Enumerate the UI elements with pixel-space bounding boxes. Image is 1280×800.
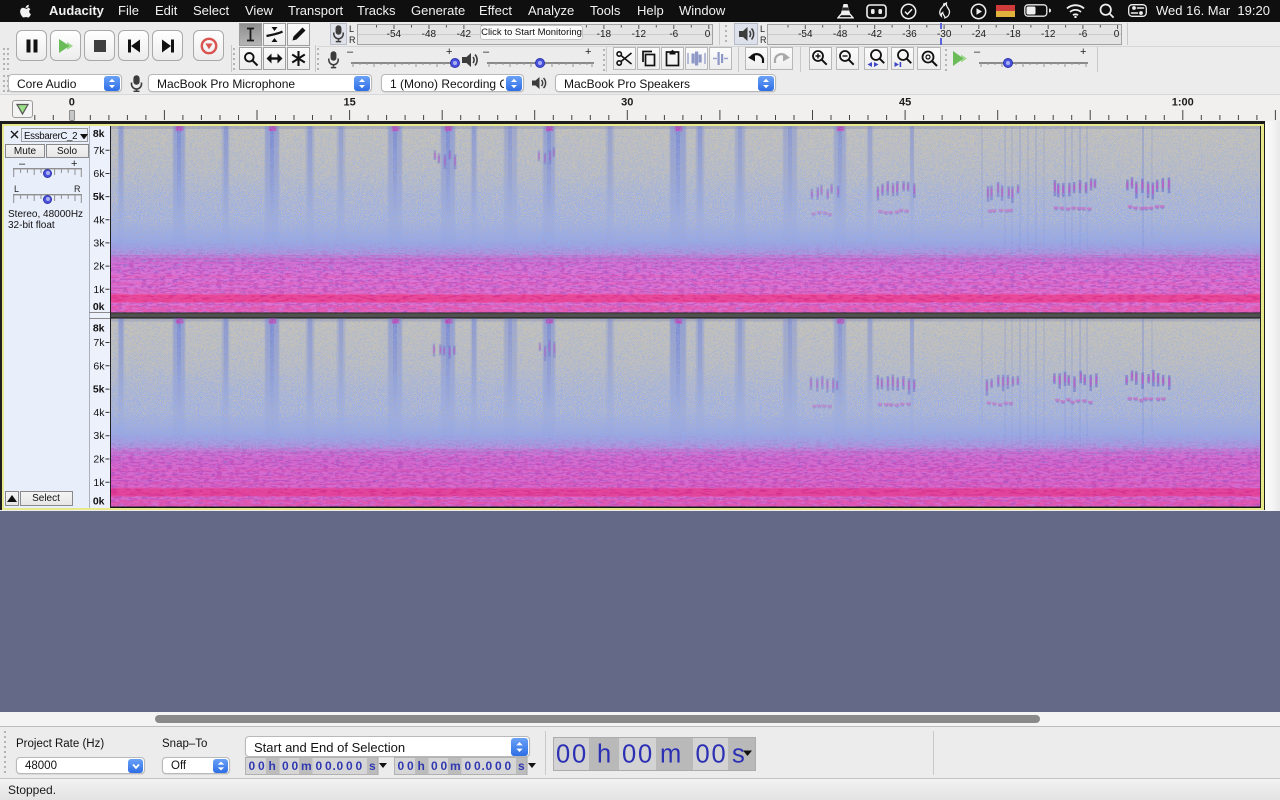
svg-text:s: s: [518, 759, 525, 773]
svg-text:0k: 0k: [93, 301, 105, 313]
svg-text:0: 0: [495, 759, 502, 773]
svg-text:.: .: [333, 759, 336, 773]
svg-text:0: 0: [505, 759, 512, 773]
svg-text:8k: 8k: [93, 323, 105, 335]
svg-text:0: 0: [465, 759, 472, 773]
svg-text:0: 0: [638, 741, 652, 769]
svg-text:m: m: [450, 759, 461, 773]
svg-text:4k: 4k: [93, 407, 105, 419]
svg-text:6k: 6k: [93, 360, 105, 372]
svg-text:3k: 3k: [93, 237, 105, 249]
svg-text:0: 0: [282, 759, 289, 773]
svg-text:s: s: [732, 741, 745, 769]
svg-text:0: 0: [346, 759, 353, 773]
svg-text:0: 0: [474, 759, 481, 773]
svg-text:m: m: [301, 759, 312, 773]
svg-text:0: 0: [556, 741, 570, 769]
svg-text:1:00: 1:00: [1172, 97, 1194, 109]
svg-text:h: h: [597, 741, 611, 769]
svg-text:0: 0: [407, 759, 414, 773]
svg-text:0: 0: [258, 759, 265, 773]
svg-text:0: 0: [316, 759, 323, 773]
svg-text:0: 0: [486, 759, 493, 773]
svg-text:0: 0: [398, 759, 405, 773]
svg-text:1k: 1k: [93, 284, 105, 296]
svg-text:3k: 3k: [93, 430, 105, 442]
svg-text:0: 0: [695, 741, 709, 769]
svg-text:0: 0: [292, 759, 299, 773]
svg-text:0: 0: [441, 759, 448, 773]
svg-text:2k: 2k: [93, 454, 105, 466]
svg-text:45: 45: [899, 97, 911, 109]
svg-text:7k: 7k: [93, 145, 105, 157]
svg-text:h: h: [418, 759, 425, 773]
svg-text:30: 30: [621, 97, 633, 109]
svg-text:0: 0: [572, 741, 586, 769]
svg-text:8k: 8k: [93, 128, 105, 140]
svg-text:0: 0: [356, 759, 363, 773]
svg-text:0: 0: [249, 759, 256, 773]
svg-text:s: s: [369, 759, 376, 773]
svg-text:4k: 4k: [93, 214, 105, 226]
svg-text:2k: 2k: [93, 261, 105, 273]
svg-text:0: 0: [431, 759, 438, 773]
svg-text:0: 0: [69, 97, 75, 109]
svg-text:6k: 6k: [93, 168, 105, 180]
svg-text:0: 0: [711, 741, 725, 769]
svg-text:1k: 1k: [93, 477, 105, 489]
svg-text:5k: 5k: [93, 384, 105, 396]
svg-text:0: 0: [337, 759, 344, 773]
svg-text:h: h: [269, 759, 276, 773]
svg-text:0: 0: [622, 741, 636, 769]
svg-text:7k: 7k: [93, 337, 105, 349]
svg-text:5k: 5k: [93, 191, 105, 203]
svg-text:0k: 0k: [93, 496, 105, 508]
svg-text:15: 15: [343, 97, 355, 109]
svg-text:m: m: [660, 741, 681, 769]
svg-text:.: .: [482, 759, 485, 773]
svg-text:0: 0: [325, 759, 332, 773]
